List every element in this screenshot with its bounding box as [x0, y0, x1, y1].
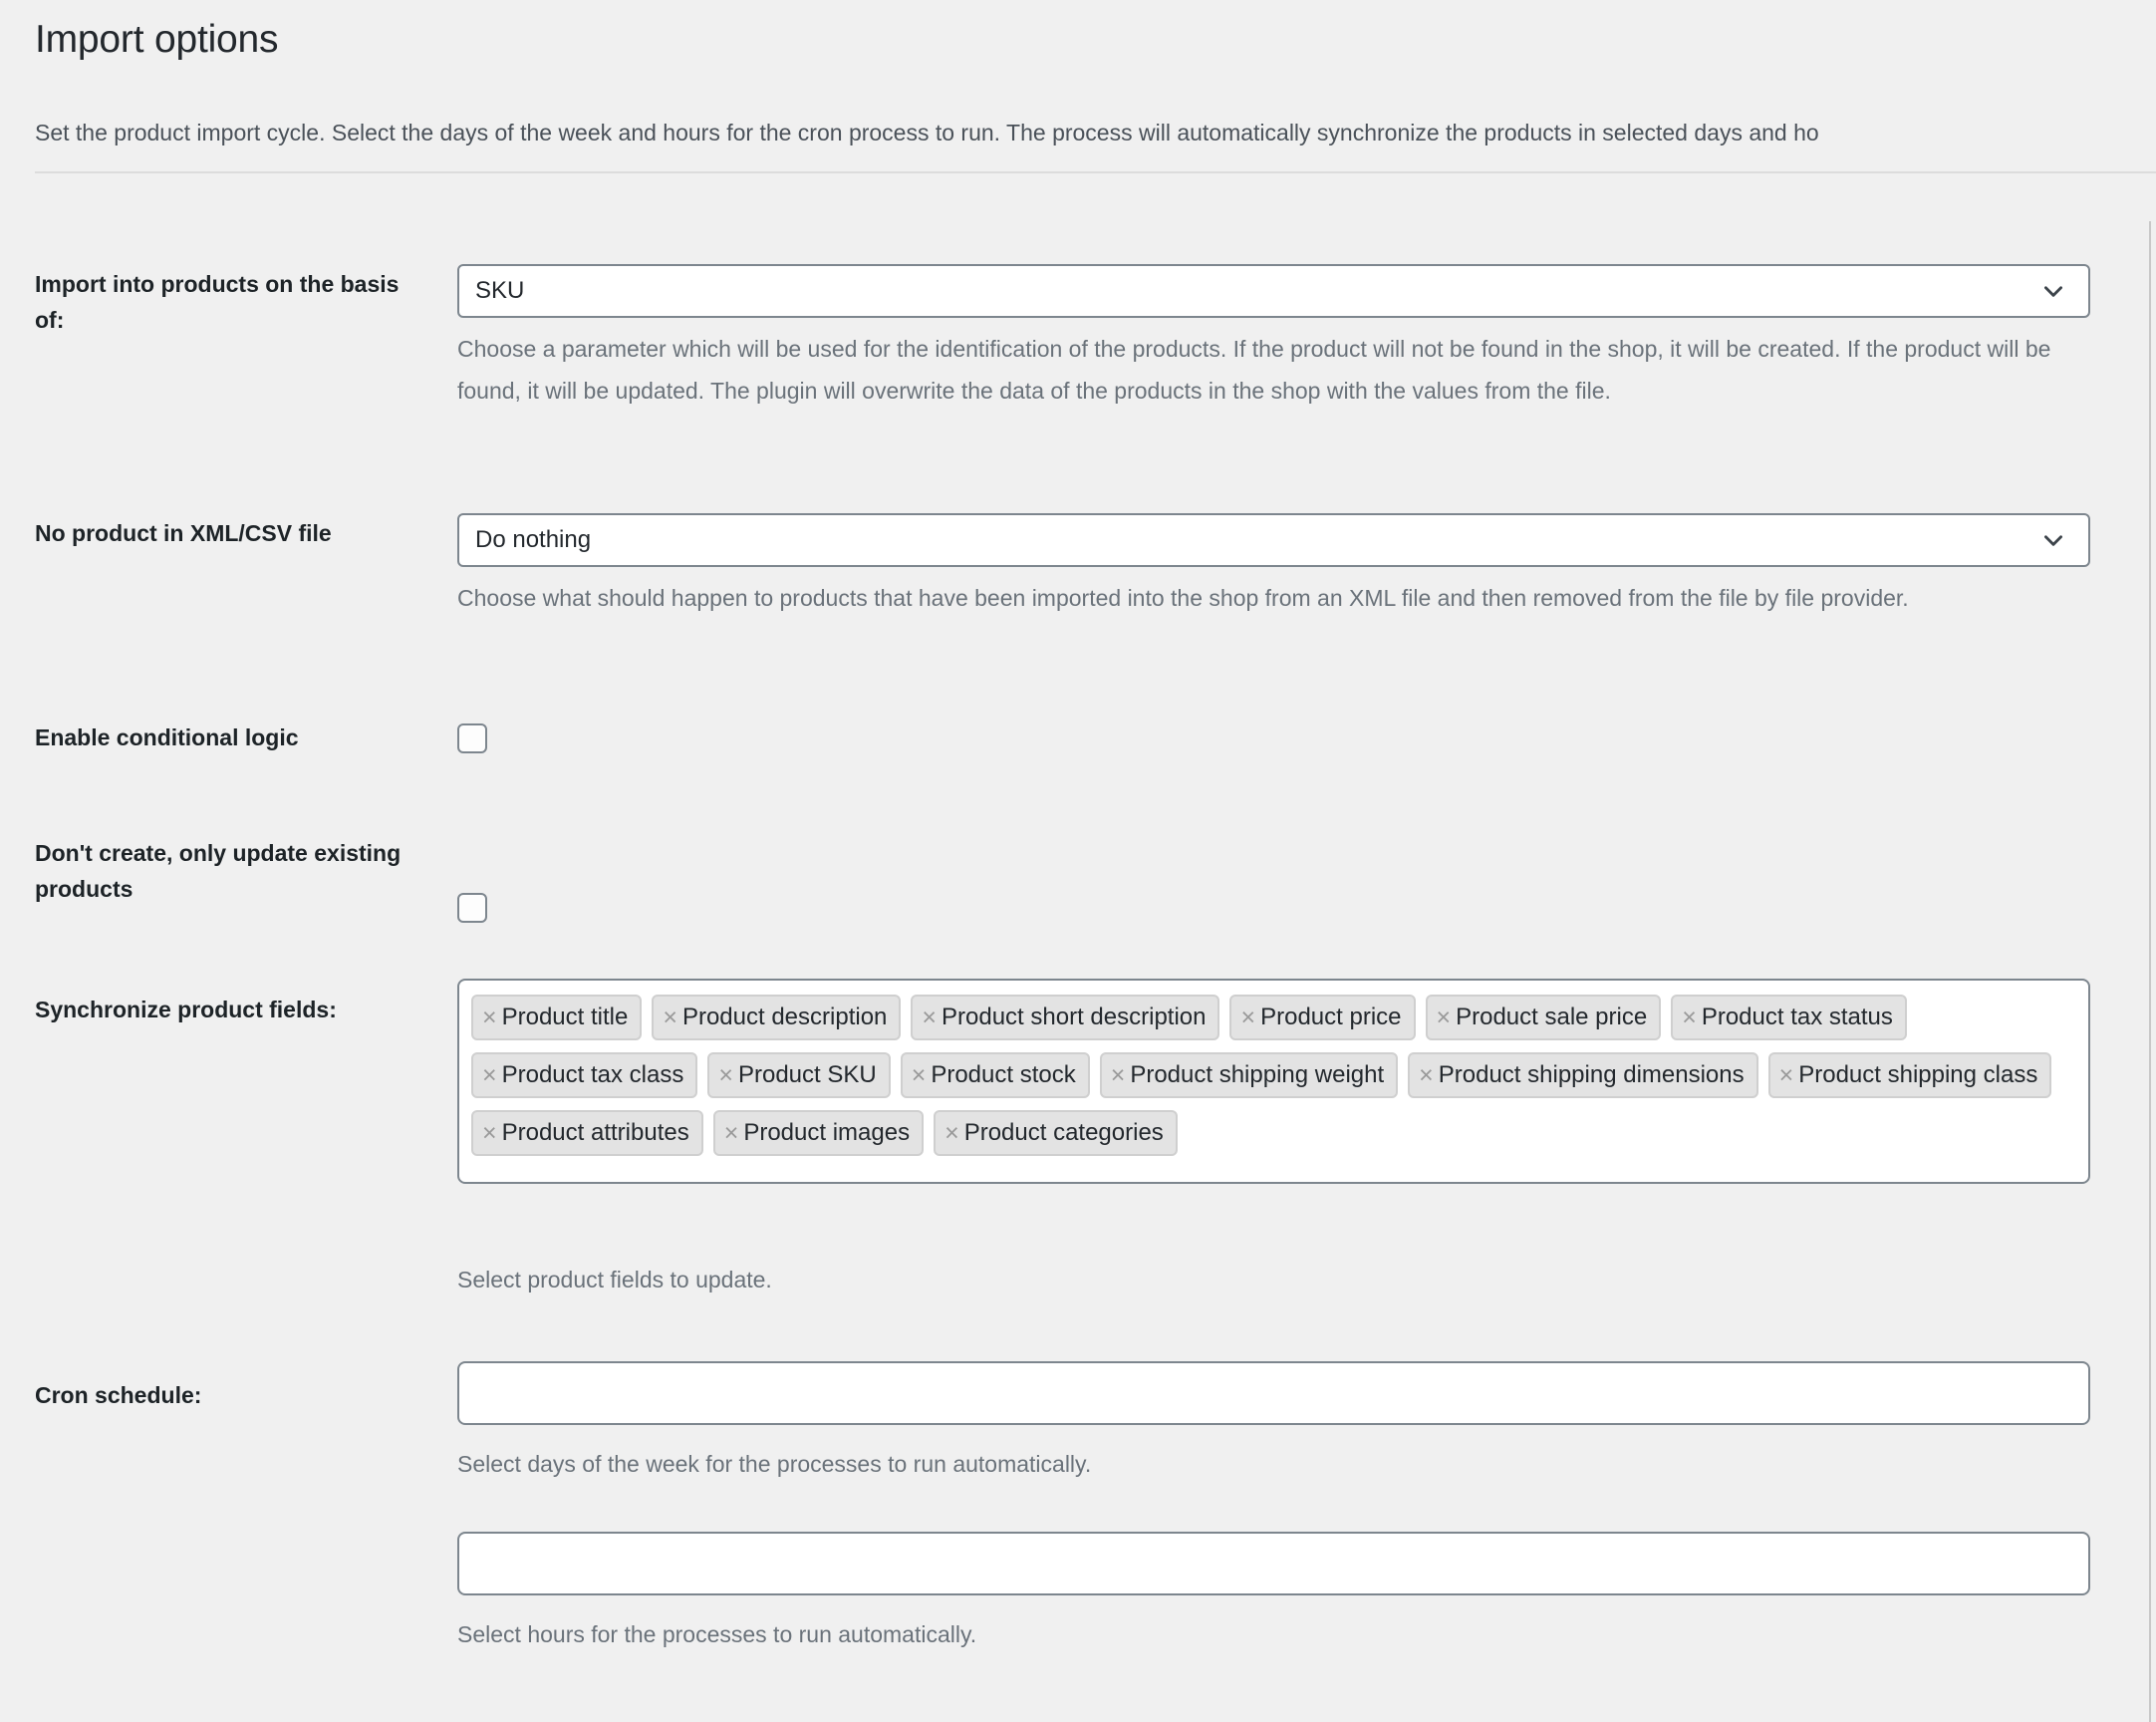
- remove-tag-icon[interactable]: ×: [663, 1004, 677, 1030]
- remove-tag-icon[interactable]: ×: [1779, 1062, 1794, 1088]
- product-field-tag-label: Product description: [681, 1004, 888, 1030]
- product-field-tag[interactable]: × Product SKU: [707, 1052, 891, 1098]
- remove-tag-icon[interactable]: ×: [482, 1004, 497, 1030]
- panel-right-edge: [2149, 221, 2151, 1722]
- remove-tag-icon[interactable]: ×: [482, 1062, 497, 1088]
- no-product-selected-value: Do nothing: [475, 526, 592, 553]
- product-field-tag[interactable]: × Product title: [471, 995, 643, 1040]
- import-options-page: Import options Set the product import cy…: [0, 0, 2156, 1722]
- only-update-control: [457, 893, 487, 923]
- product-field-tag[interactable]: × Product description: [652, 995, 902, 1040]
- synchronize-product-fields-multiselect[interactable]: × Product title × Product description × Produ…: [457, 979, 2090, 1184]
- cron-hours-control: [457, 1532, 2090, 1595]
- label-only-update-existing: Don't create, only update existing produ…: [35, 840, 402, 902]
- remove-tag-icon[interactable]: ×: [944, 1120, 959, 1146]
- page-title: Import options: [35, 18, 279, 61]
- remove-tag-icon[interactable]: ×: [1419, 1062, 1434, 1088]
- product-field-tag[interactable]: × Product tax class: [471, 1052, 698, 1098]
- product-field-tag-label: Product title: [501, 1004, 629, 1030]
- product-field-tag-label: Product stock: [931, 1061, 1076, 1088]
- chevron-down-icon: [2040, 278, 2066, 304]
- cron-hours-input[interactable]: [457, 1532, 2090, 1595]
- label-synchronize-product-fields: Synchronize product fields:: [35, 997, 337, 1022]
- remove-tag-icon[interactable]: ×: [1682, 1004, 1697, 1030]
- product-field-tag-label: Product categories: [963, 1119, 1164, 1146]
- product-field-tag-label: Product short description: [942, 1004, 1207, 1030]
- product-field-tag[interactable]: × Product stock: [900, 1052, 1090, 1098]
- help-import-basis: Choose a parameter which will be used fo…: [457, 336, 2051, 404]
- chevron-down-icon: [2040, 527, 2066, 553]
- cron-days-control: [457, 1361, 2090, 1425]
- help-cron-hours: Select hours for the processes to run au…: [457, 1621, 977, 1647]
- product-field-tag[interactable]: × Product images: [712, 1110, 925, 1156]
- product-field-tag-label: Product sale price: [1456, 1004, 1648, 1030]
- product-field-tag[interactable]: × Product shipping dimensions: [1408, 1052, 1758, 1098]
- remove-tag-icon[interactable]: ×: [1111, 1062, 1126, 1088]
- product-field-tag[interactable]: × Product shipping weight: [1099, 1052, 1399, 1098]
- remove-tag-icon[interactable]: ×: [912, 1062, 927, 1088]
- header-divider: [35, 171, 2156, 173]
- product-field-tag-label: Product attributes: [501, 1119, 689, 1146]
- label-no-product: No product in XML/CSV file: [35, 520, 332, 546]
- product-field-tag-label: Product images: [743, 1119, 911, 1146]
- remove-tag-icon[interactable]: ×: [718, 1062, 733, 1088]
- label-import-basis: Import into products on the basis of:: [35, 271, 400, 333]
- product-field-tag-label: Product SKU: [737, 1061, 877, 1088]
- product-field-tag-label: Product shipping dimensions: [1438, 1061, 1745, 1088]
- checkbox-enable-conditional-logic[interactable]: [457, 723, 487, 753]
- import-basis-control: SKU: [457, 264, 2090, 318]
- product-field-tag[interactable]: × Product price: [1229, 995, 1416, 1040]
- remove-tag-icon[interactable]: ×: [1437, 1004, 1452, 1030]
- product-field-tag[interactable]: × Product tax status: [1671, 995, 1907, 1040]
- product-field-tag[interactable]: × Product attributes: [471, 1110, 703, 1156]
- cron-days-input[interactable]: [457, 1361, 2090, 1425]
- product-field-tag[interactable]: × Product categories: [934, 1110, 1178, 1156]
- help-cron-days: Select days of the week for the processe…: [457, 1451, 1092, 1477]
- remove-tag-icon[interactable]: ×: [1240, 1004, 1255, 1030]
- product-field-tag[interactable]: × Product shipping class: [1767, 1052, 2052, 1098]
- no-product-control: Do nothing: [457, 513, 2090, 567]
- checkbox-only-update-existing[interactable]: [457, 893, 487, 923]
- product-field-tag-label: Product tax class: [501, 1061, 684, 1088]
- product-field-tag-label: Product shipping class: [1798, 1061, 2038, 1088]
- product-field-tag[interactable]: × Product short description: [911, 995, 1220, 1040]
- product-field-tag[interactable]: × Product sale price: [1425, 995, 1662, 1040]
- help-no-product: Choose what should happen to products th…: [457, 585, 1909, 611]
- product-field-tag-label: Product shipping weight: [1130, 1061, 1385, 1088]
- import-basis-selected-value: SKU: [475, 277, 525, 304]
- product-field-tag-label: Product price: [1260, 1004, 1402, 1030]
- product-field-tag-label: Product tax status: [1701, 1004, 1893, 1030]
- no-product-select[interactable]: Do nothing: [457, 513, 2090, 567]
- remove-tag-icon[interactable]: ×: [724, 1120, 739, 1146]
- import-basis-select[interactable]: SKU: [457, 264, 2090, 318]
- label-cron-schedule: Cron schedule:: [35, 1382, 202, 1408]
- remove-tag-icon[interactable]: ×: [482, 1120, 497, 1146]
- help-synchronize-product-fields: Select product fields to update.: [457, 1267, 772, 1292]
- sync-fields-control: × Product title × Product description × Produ…: [457, 979, 2090, 1184]
- page-description: Set the product import cycle. Select the…: [35, 120, 1819, 145]
- remove-tag-icon[interactable]: ×: [922, 1004, 937, 1030]
- label-enable-conditional-logic: Enable conditional logic: [35, 724, 299, 750]
- conditional-logic-control: [457, 723, 487, 753]
